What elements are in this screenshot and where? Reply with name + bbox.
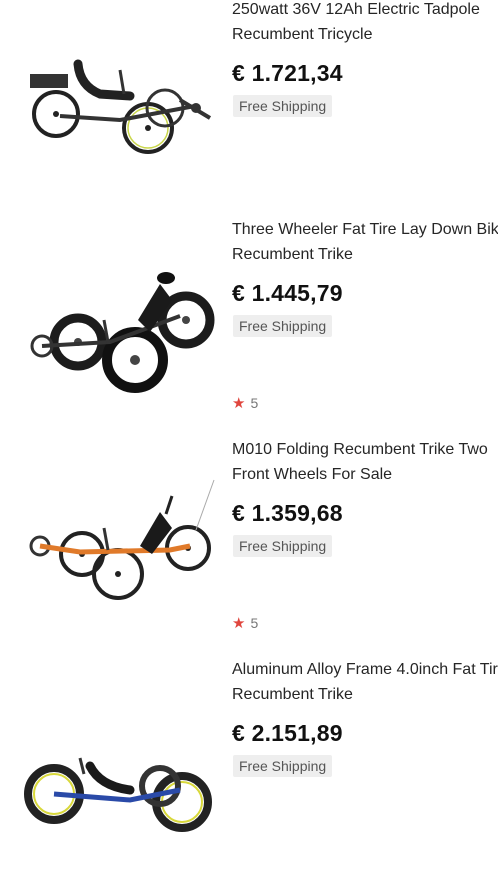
alloy-fat-tire-trike-icon <box>24 757 212 832</box>
product-image[interactable] <box>20 690 220 870</box>
free-shipping-badge: Free Shipping <box>233 755 333 777</box>
fat-tire-recumbent-trike-icon <box>30 272 215 393</box>
product-title[interactable]: M010 Folding Recumbent Trike Two Front W… <box>232 438 498 487</box>
product-title-line: Front Wheels For Sale <box>232 465 393 483</box>
star-icon: ★ <box>232 615 246 632</box>
product-title-line: M010 Folding Recumbent Trike Two <box>232 441 488 458</box>
electric-recumbent-trike-icon <box>30 59 212 154</box>
product-title[interactable]: Aluminum Alloy Frame 4.0inch Fat Tire Re… <box>232 658 498 707</box>
star-icon: ★ <box>232 395 246 412</box>
product-card[interactable]: M010 Folding Recumbent Trike Two Front W… <box>0 440 498 660</box>
product-title-line: Recumbent Trike <box>232 685 353 703</box>
product-title-line: Recumbent Tricycle <box>232 25 373 43</box>
product-price: € 1.359,68 <box>232 500 343 526</box>
rating-value: 5 <box>250 615 259 631</box>
product-card[interactable]: Three Wheeler Fat Tire Lay Down Bike Rec… <box>0 220 498 440</box>
product-list: 250watt 36V 12Ah Electric Tadpole Recumb… <box>0 0 498 832</box>
product-title[interactable]: Three Wheeler Fat Tire Lay Down Bike Rec… <box>232 218 498 267</box>
product-price: € 2.151,89 <box>232 720 343 746</box>
free-shipping-badge: Free Shipping <box>233 95 333 117</box>
product-image[interactable] <box>20 30 220 210</box>
product-card[interactable]: Aluminum Alloy Frame 4.0inch Fat Tire Re… <box>0 660 498 880</box>
product-title-line: Recumbent Trike <box>232 245 353 263</box>
product-title-line: Three Wheeler Fat Tire Lay Down Bike <box>232 221 498 238</box>
product-rating: ★ 5 <box>232 614 258 632</box>
folding-recumbent-trike-icon <box>29 479 215 600</box>
product-price: € 1.721,34 <box>232 60 343 86</box>
product-title[interactable]: 250watt 36V 12Ah Electric Tadpole Recumb… <box>232 0 498 47</box>
free-shipping-badge: Free Shipping <box>233 535 333 557</box>
product-image[interactable] <box>20 470 220 650</box>
rating-value: 5 <box>250 395 259 411</box>
product-title-line: Aluminum Alloy Frame 4.0inch Fat Tire <box>232 661 498 678</box>
product-title-line: 250watt 36V 12Ah Electric Tadpole <box>232 1 480 18</box>
product-card[interactable]: 250watt 36V 12Ah Electric Tadpole Recumb… <box>0 0 498 220</box>
product-rating: ★ 5 <box>232 394 258 412</box>
product-image[interactable] <box>20 250 220 430</box>
free-shipping-badge: Free Shipping <box>233 315 333 337</box>
product-price: € 1.445,79 <box>232 280 343 306</box>
